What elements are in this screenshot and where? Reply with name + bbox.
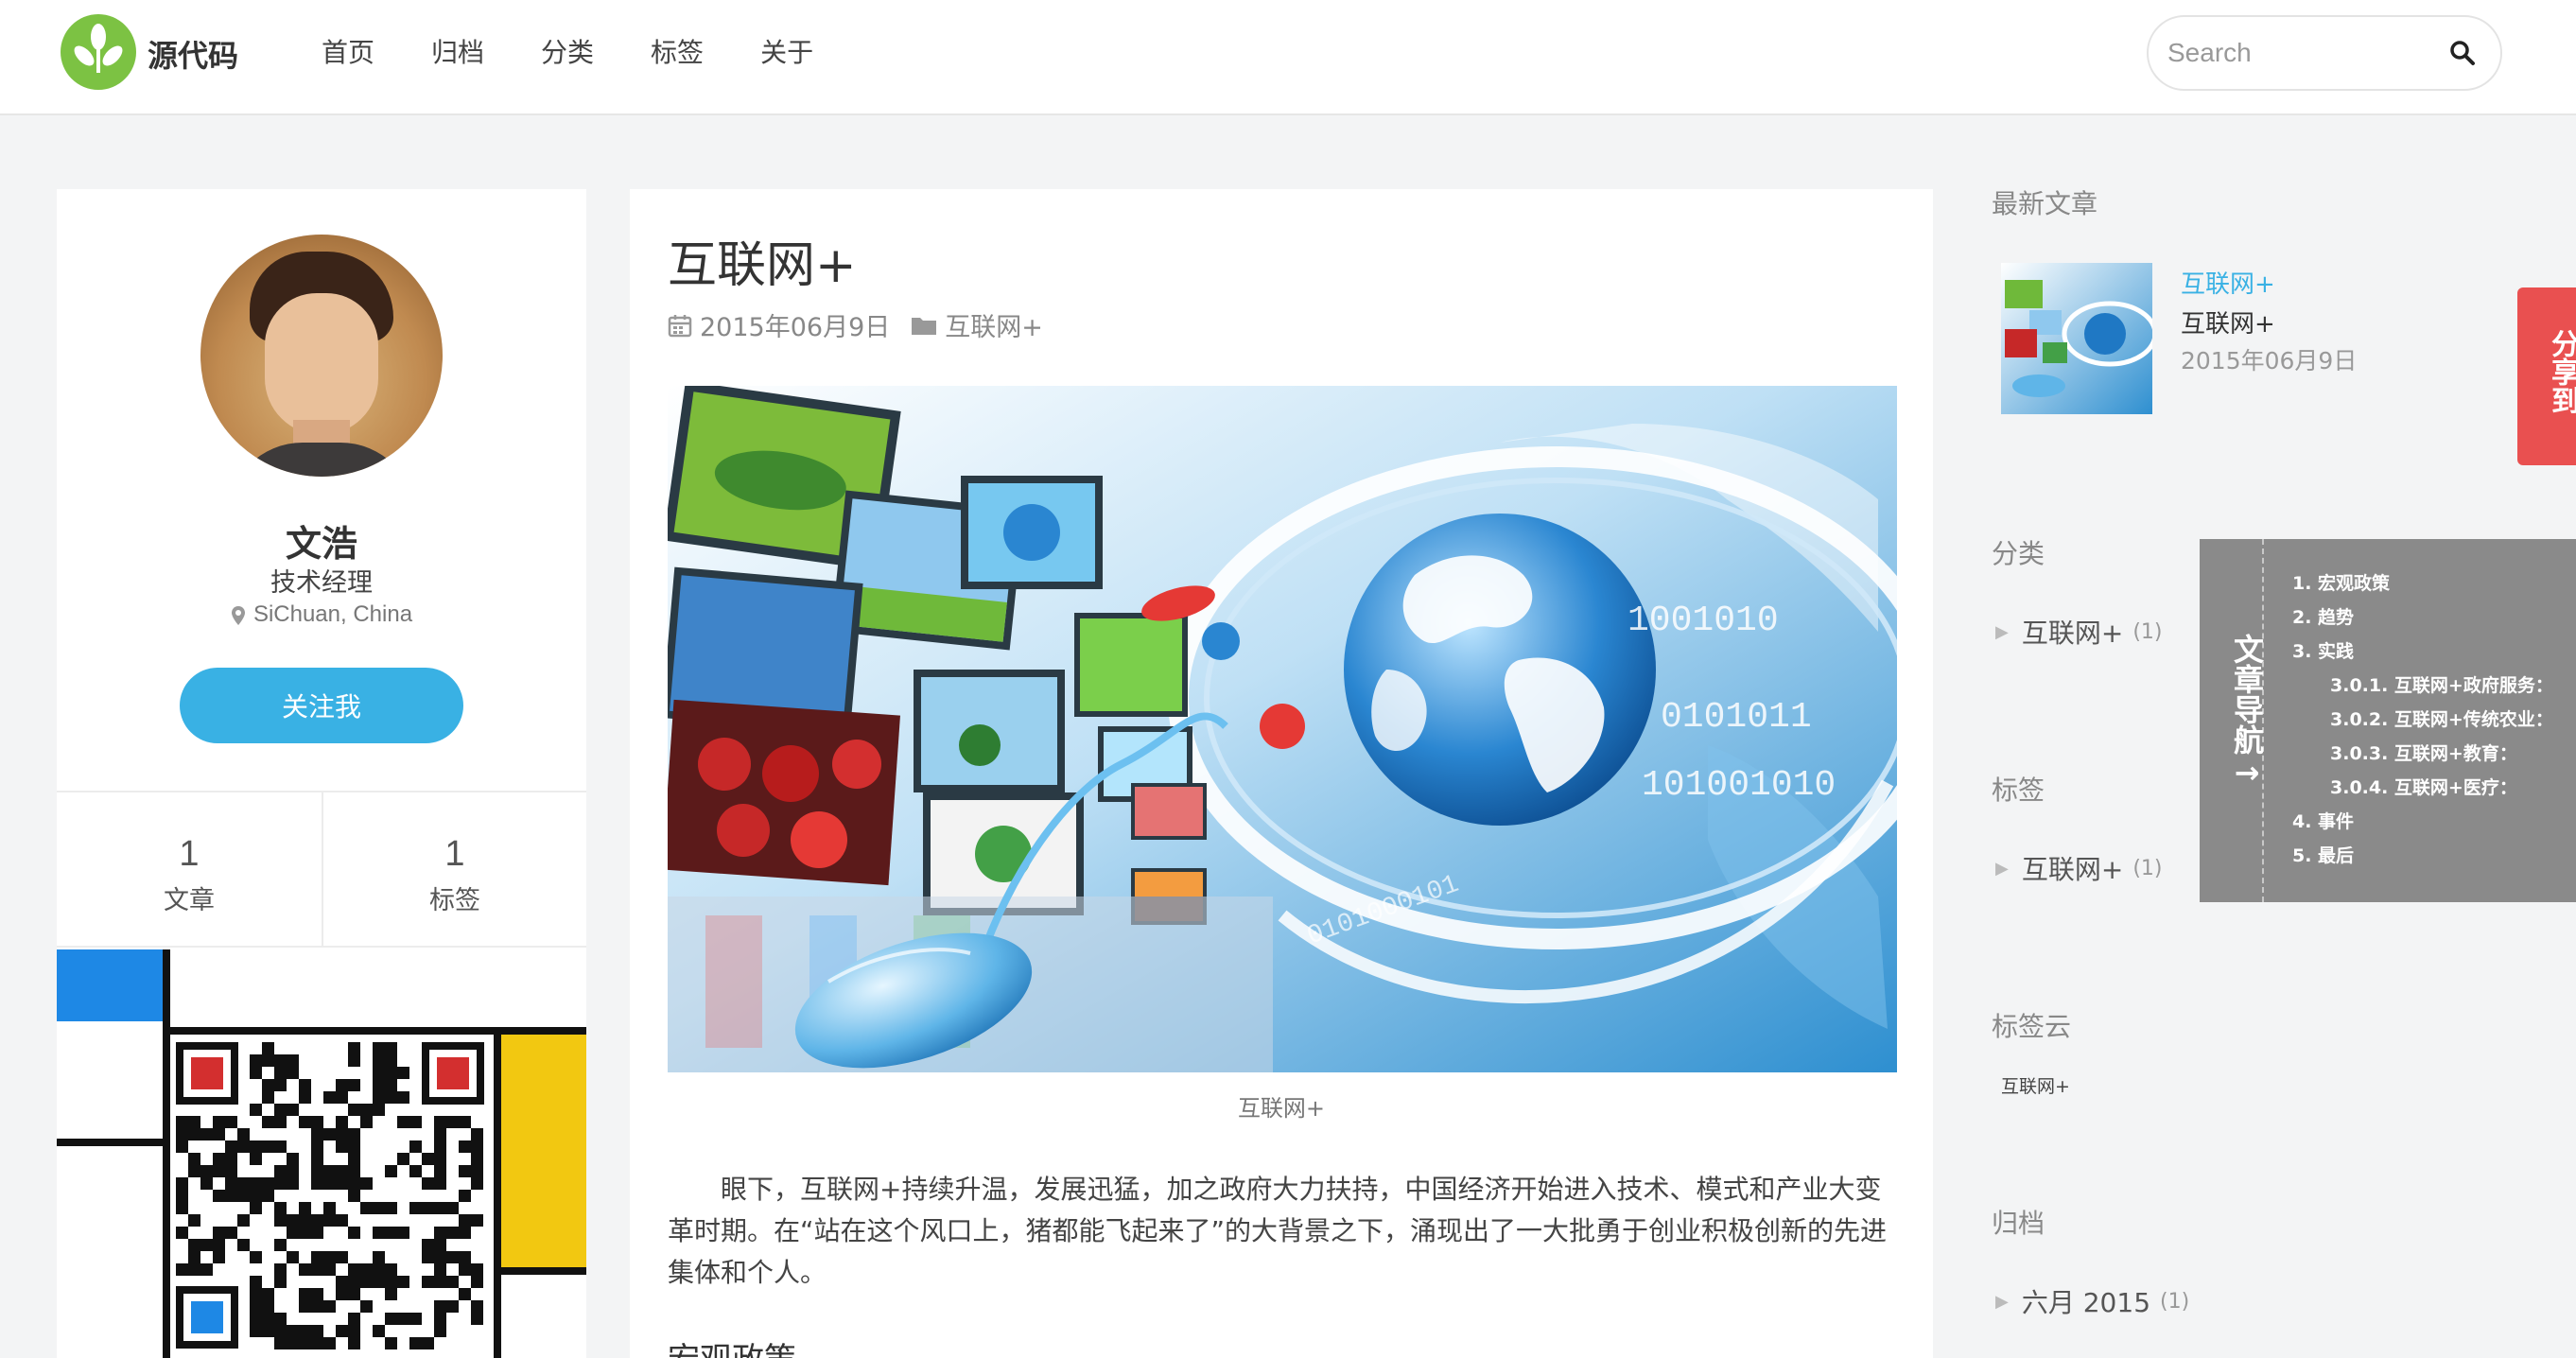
article-date: 2015年06月9日 bbox=[700, 313, 891, 342]
nav-tags[interactable]: 标签 bbox=[651, 32, 704, 70]
archive-label: 六月 2015 bbox=[2021, 1287, 2151, 1318]
tags-title: 标签 bbox=[1992, 775, 2045, 806]
toc-item[interactable]: 3.0.1. 互联网+政府服务： bbox=[2330, 671, 2553, 697]
avatar bbox=[200, 235, 443, 477]
follow-button[interactable]: 关注我 bbox=[180, 668, 463, 743]
profile-title: 技术经理 bbox=[270, 568, 373, 598]
category-count: (1) bbox=[2132, 619, 2163, 644]
stat-tags-count: 1 bbox=[444, 834, 465, 874]
toc-toggle-label: 文章导航→ bbox=[2229, 634, 2265, 791]
nav-home[interactable]: 首页 bbox=[322, 32, 374, 70]
wechat-qr-code bbox=[57, 949, 586, 1358]
map-pin-icon bbox=[231, 605, 245, 625]
tag-cloud-title: 标签云 bbox=[1992, 1011, 2072, 1042]
archive-count: (1) bbox=[2160, 1289, 2190, 1314]
tag-item[interactable]: ▶ 互联网+ (1) bbox=[1995, 849, 2162, 887]
image-caption: 互联网+ bbox=[1237, 1095, 1326, 1122]
profile-name: 文浩 bbox=[285, 523, 357, 565]
svg-text:0101011: 0101011 bbox=[1661, 697, 1812, 738]
logo-icon[interactable] bbox=[61, 14, 136, 90]
article-category-link[interactable]: 互联网+ bbox=[945, 306, 1043, 343]
article-card: 互联网+ 2015年06月9日 互联网+ 1001010 0101011 101… bbox=[630, 189, 1933, 1358]
toc-item[interactable]: 3.0.2. 互联网+传统农业： bbox=[2330, 705, 2553, 731]
caret-right-icon: ▶ bbox=[1995, 1291, 2009, 1312]
profile-card: 文浩 技术经理 SiChuan, China 关注我 1 文章 1 标签 bbox=[57, 189, 586, 1358]
recent-post-date: 2015年06月9日 bbox=[2181, 347, 2358, 374]
folder-icon bbox=[912, 317, 937, 335]
search-icon[interactable] bbox=[2449, 40, 2476, 66]
tag-cloud-link[interactable]: 互联网+ bbox=[2001, 1072, 2070, 1098]
site-name[interactable]: 源代码 bbox=[148, 32, 238, 76]
caret-right-icon: ▶ bbox=[1995, 621, 2009, 642]
toc-toggle[interactable]: 文章导航→ bbox=[2200, 539, 2265, 902]
recent-post-excerpt: 互联网+ bbox=[2181, 310, 2275, 339]
nav-categories[interactable]: 分类 bbox=[541, 32, 594, 70]
archive-item[interactable]: ▶ 六月 2015 (1) bbox=[1995, 1282, 2189, 1320]
recent-posts-title: 最新文章 bbox=[1992, 188, 2098, 219]
calendar-icon bbox=[668, 314, 692, 337]
article-toc-panel: 文章导航→ 1. 宏观政策 2. 趋势 3. 实践 3.0.1. 互联网+政府服… bbox=[2200, 539, 2576, 902]
article-meta: 2015年06月9日 互联网+ bbox=[668, 306, 1043, 343]
toc-item[interactable]: 3.0.4. 互联网+医疗： bbox=[2330, 774, 2517, 799]
categories-title: 分类 bbox=[1992, 538, 2045, 569]
stat-posts-count: 1 bbox=[179, 834, 200, 874]
top-navbar: 源代码 首页 归档 分类 标签 关于 bbox=[0, 0, 2576, 115]
profile-stats: 1 文章 1 标签 bbox=[57, 791, 586, 948]
main-nav: 首页 归档 分类 标签 关于 bbox=[322, 32, 870, 70]
caret-right-icon: ▶ bbox=[1995, 858, 2009, 879]
tag-label: 互联网+ bbox=[2021, 854, 2124, 885]
share-button[interactable]: 分享到 bbox=[2517, 287, 2576, 465]
stat-tags[interactable]: 1 标签 bbox=[322, 792, 586, 946]
nav-archive[interactable]: 归档 bbox=[431, 32, 484, 70]
svg-text:101001010: 101001010 bbox=[1642, 765, 1836, 806]
toc-item[interactable]: 3. 实践 bbox=[2292, 637, 2354, 663]
recent-post-thumbnail[interactable] bbox=[2001, 263, 2152, 414]
article-title[interactable]: 互联网+ bbox=[668, 225, 857, 296]
archive-title: 归档 bbox=[1992, 1208, 2045, 1239]
toc-item[interactable]: 3.0.3. 互联网+教育： bbox=[2330, 740, 2517, 765]
article-paragraph: 眼下，互联网+持续升温，发展迅猛，加之政府大力扶持，中国经济开始进入技术、模式和… bbox=[668, 1174, 1888, 1288]
search-input[interactable] bbox=[2166, 30, 2430, 76]
svg-text:1001010: 1001010 bbox=[1627, 601, 1779, 641]
article-hero-image: 1001010 0101011 101001010 0101000101 bbox=[668, 386, 1897, 1072]
stat-posts[interactable]: 1 文章 bbox=[57, 792, 322, 946]
toc-item[interactable]: 1. 宏观政策 bbox=[2292, 569, 2390, 595]
tag-count: (1) bbox=[2132, 856, 2163, 880]
location-text: SiChuan, China bbox=[252, 601, 413, 627]
toc-item[interactable]: 5. 最后 bbox=[2292, 842, 2354, 867]
category-item[interactable]: ▶ 互联网+ (1) bbox=[1995, 613, 2162, 651]
toc-item[interactable]: 2. 趋势 bbox=[2292, 603, 2354, 629]
stat-tags-label: 标签 bbox=[429, 886, 480, 915]
search-box bbox=[2147, 15, 2502, 91]
toc-item[interactable]: 4. 事件 bbox=[2292, 808, 2354, 833]
section-heading: 宏观政策 bbox=[668, 1333, 796, 1358]
stat-posts-label: 文章 bbox=[164, 886, 215, 915]
category-label: 互联网+ bbox=[2021, 618, 2124, 649]
share-label: 分享到 bbox=[2546, 329, 2576, 414]
profile-location: SiChuan, China bbox=[57, 601, 586, 628]
nav-about[interactable]: 关于 bbox=[760, 32, 813, 70]
recent-post-link[interactable]: 互联网+ bbox=[2181, 265, 2275, 300]
